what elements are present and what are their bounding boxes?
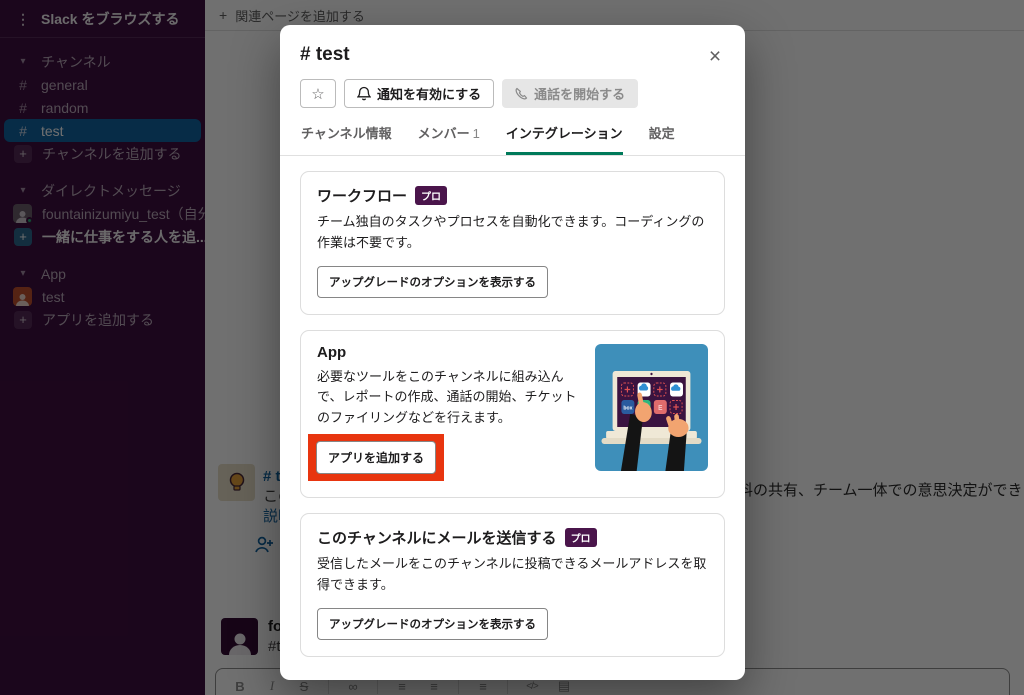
app-card-title: App [317,344,346,361]
modal-actions: ☆ 通知を有効にする 通話を開始する [300,79,725,108]
email-card-title: このチャンネルにメールを送信する [317,527,557,548]
tab-members[interactable]: メンバー1 [418,123,480,155]
pro-badge: プロ [415,186,447,205]
tab-channel-info[interactable]: チャンネル情報 [301,123,392,155]
integrations-panel: ワークフロー プロ チーム独自のタスクやプロセスを自動化できます。コーディングの… [280,156,745,680]
pro-badge: プロ [565,528,597,547]
email-card-description: 受信したメールをこのチャンネルに投稿できるメールアドレスを取得できます。 [317,554,708,596]
star-icon: ☆ [311,85,324,103]
bell-icon [357,86,371,101]
member-count: 1 [473,126,480,141]
app-card: App 必要なツールをこのチャンネルに組み込んで、レポートの作成、通話の開始、チ… [300,330,725,498]
workflow-card-description: チーム独自のタスクやプロセスを自動化できます。コーディングの作業は不要です。 [317,212,708,254]
enable-notifications-button[interactable]: 通知を有効にする [344,79,494,108]
workflow-card: ワークフロー プロ チーム独自のタスクやプロセスを自動化できます。コーディングの… [300,171,725,315]
tab-settings[interactable]: 設定 [649,123,675,155]
app-illustration: box E [595,344,708,471]
modal-title: # test [300,44,725,66]
start-call-button[interactable]: 通話を開始する [502,79,638,108]
close-icon[interactable]: × [699,41,731,73]
email-card: このチャンネルにメールを送信する プロ 受信したメールをこのチャンネルに投稿でき… [300,513,725,657]
workflow-card-title: ワークフロー [317,185,407,206]
modal-tabs-bar: チャンネル情報 メンバー1 インテグレーション 設定 [280,123,745,156]
phone-icon [515,87,528,100]
app-card-description: 必要なツールをこのチャンネルに組み込んで、レポートの作成、通話の開始、チケットの… [317,367,585,429]
tab-integrations[interactable]: インテグレーション [506,123,623,155]
email-upgrade-button[interactable]: アップグレードのオプションを表示する [317,608,548,640]
add-app-button[interactable]: アプリを追加する [316,441,436,474]
highlight-box: アプリを追加する [308,434,444,481]
svg-text:box: box [623,405,632,411]
enable-notifications-label: 通知を有効にする [377,84,481,103]
star-channel-button[interactable]: ☆ [300,79,336,108]
start-call-label: 通話を開始する [534,84,625,103]
channel-details-modal: # test × ☆ 通知を有効にする 通話を開始する チャンネル情報 メンバー… [280,25,745,680]
workflow-upgrade-button[interactable]: アップグレードのオプションを表示する [317,266,548,298]
svg-text:E: E [658,404,663,411]
